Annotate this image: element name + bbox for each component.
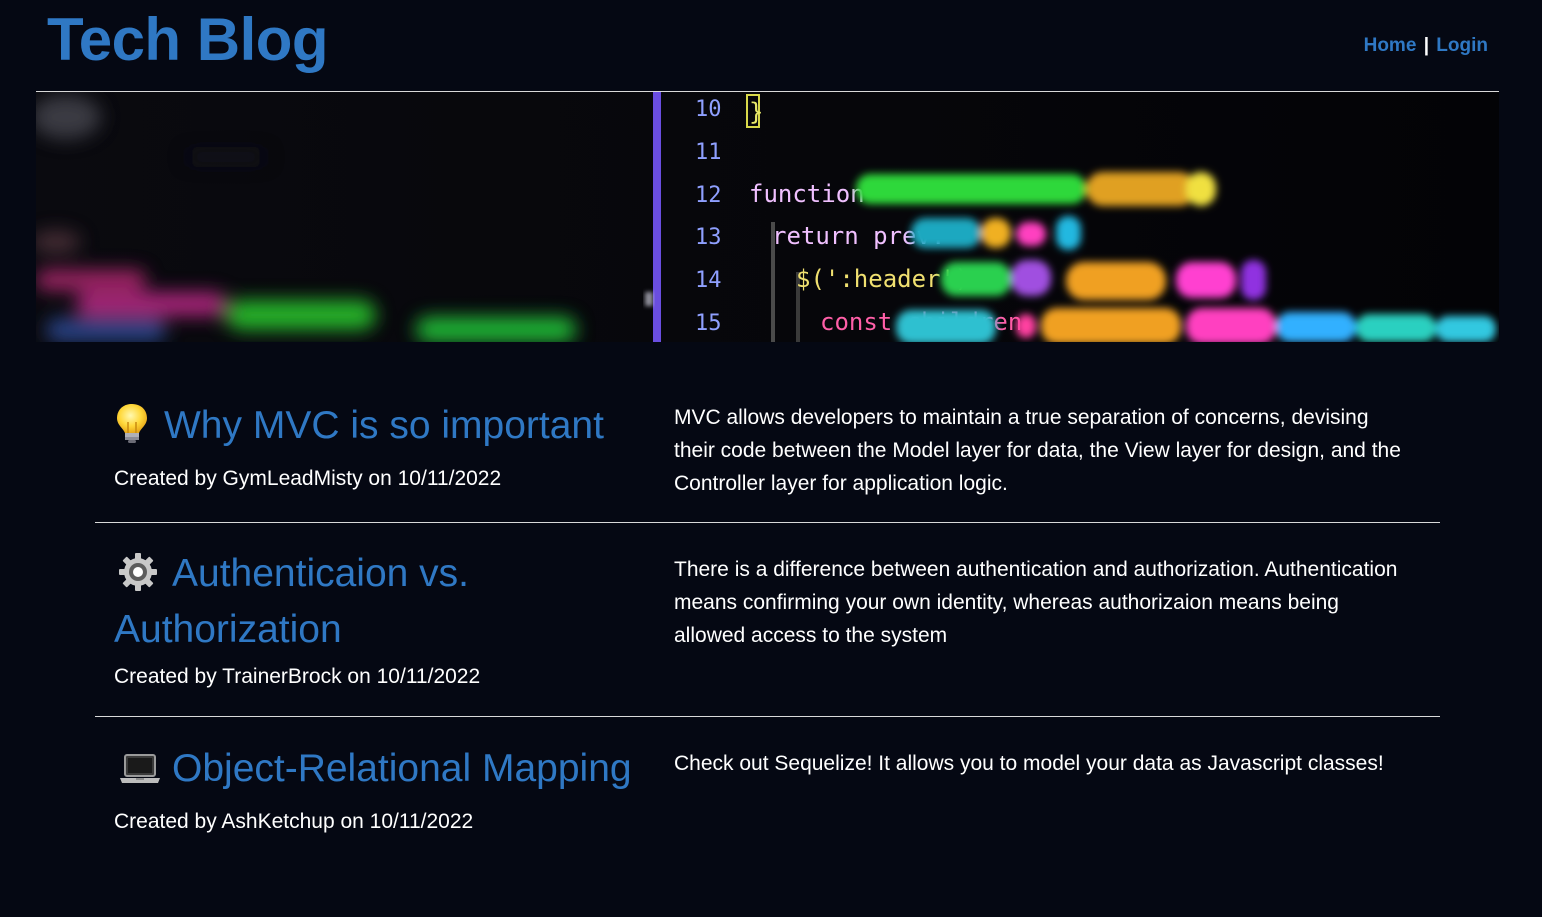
code-line: function [749,180,865,208]
laptop-icon [118,750,162,800]
post-title-text: Authenticaion vs. Authorization [114,552,470,651]
hero-code-image: 10 11 12 13 14 15 } function return prev… [36,92,1499,342]
post-item: Why MVC is so important Created by GymLe… [95,385,1440,523]
post-title-text: Why MVC is so important [164,404,604,447]
post-meta: Created by AshKetchup on 10/11/2022 [114,810,474,833]
line-number: 11 [695,140,722,165]
post-item: Authenticaion vs. Authorization Created … [95,523,1440,717]
line-number: 15 [695,311,722,336]
post-title[interactable]: Why MVC is so important [114,401,634,457]
post-summary: MVC allows developers to maintain a true… [674,406,1401,495]
post-title[interactable]: Object-Relational Mapping [114,744,634,800]
top-nav: Home | Login [1364,35,1488,57]
nav-login-link[interactable]: Login [1436,35,1488,56]
gear-icon [118,552,162,605]
post-title[interactable]: Authenticaion vs. Authorization [114,549,634,655]
post-meta: Created by TrainerBrock on 10/11/2022 [114,665,481,688]
post-summary: Check out Sequelize! It allows you to mo… [674,752,1384,775]
post-header: Object-Relational Mapping Created by Ash… [114,744,634,836]
post-summary: There is a difference between authentica… [674,558,1398,647]
nav-separator: | [1423,35,1430,56]
line-number: 14 [695,268,722,293]
post-meta: Created by GymLeadMisty on 10/11/2022 [114,467,502,490]
nav-home-link[interactable]: Home [1364,35,1417,56]
line-number: 13 [695,225,722,250]
post-list: Why MVC is so important Created by GymLe… [95,385,1440,917]
code-line: } [749,98,763,126]
post-header: Authenticaion vs. Authorization Created … [114,549,634,691]
lightbulb-icon [114,402,154,457]
post-item: Object-Relational Mapping Created by Ash… [95,717,1440,917]
line-number: 10 [695,97,722,122]
post-title-text: Object-Relational Mapping [172,747,632,790]
site-header: Tech Blog Home | Login [36,0,1499,92]
post-header: Why MVC is so important Created by GymLe… [114,401,634,493]
line-number: 12 [695,183,722,208]
site-title[interactable]: Tech Blog [47,4,329,76]
